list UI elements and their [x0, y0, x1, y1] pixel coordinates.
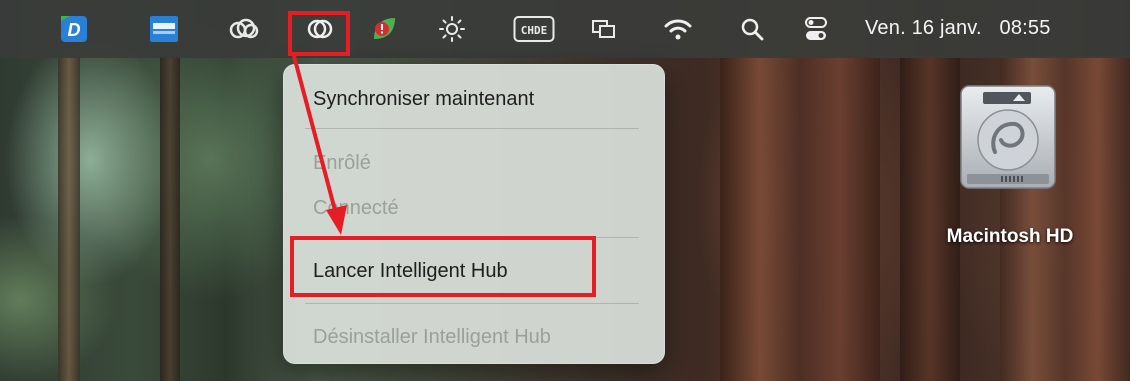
menu-separator — [305, 303, 639, 304]
menubar-date: Ven. 16 janv. — [865, 17, 982, 39]
tree-trunk — [900, 56, 960, 381]
hard-disk-label[interactable]: Macintosh HD — [900, 226, 1120, 248]
menu-item-enrolled: Enrôlé — [313, 152, 371, 174]
wifi-icon[interactable] — [660, 11, 696, 47]
intelligent-hub-menu: Synchroniser maintenant Enrôlé Connecté … — [283, 64, 665, 364]
tree-trunk — [720, 56, 880, 381]
dymo-connect-icon[interactable] — [146, 11, 182, 47]
input-source-icon[interactable]: CHDE — [512, 11, 556, 47]
display-mirror-icon[interactable] — [586, 11, 622, 47]
desktop: D CHDE Ven. 16 janv. 08:55 Synchroniser … — [0, 0, 1130, 381]
hard-disk-icon[interactable] — [953, 82, 1063, 192]
menu-separator — [305, 128, 639, 129]
svg-text:D: D — [68, 20, 81, 40]
annotation-highlight-menubar-icon — [288, 11, 350, 56]
spotlight-search-icon[interactable] — [734, 11, 770, 47]
annotation-highlight-launch-item — [290, 236, 596, 297]
alert-leaf-icon[interactable] — [366, 11, 402, 47]
brightness-icon[interactable] — [434, 11, 470, 47]
svg-text:CHDE: CHDE — [521, 24, 548, 37]
clock[interactable]: Ven. 16 janv. 08:55 — [865, 17, 1051, 40]
creative-cloud-icon[interactable] — [226, 11, 262, 47]
menubar-time: 08:55 — [999, 17, 1051, 39]
tree-trunk — [160, 56, 180, 381]
menu-bar: D CHDE Ven. 16 janv. 08:55 — [0, 0, 1130, 58]
menu-item-uninstall-hub: Désinstaller Intelligent Hub — [313, 326, 551, 348]
menu-item-connected: Connecté — [313, 197, 399, 219]
dymo-d-icon[interactable]: D — [56, 11, 92, 47]
menu-item-sync-now[interactable]: Synchroniser maintenant — [313, 88, 534, 111]
control-center-icon[interactable] — [798, 11, 834, 47]
tree-trunk — [58, 56, 80, 381]
